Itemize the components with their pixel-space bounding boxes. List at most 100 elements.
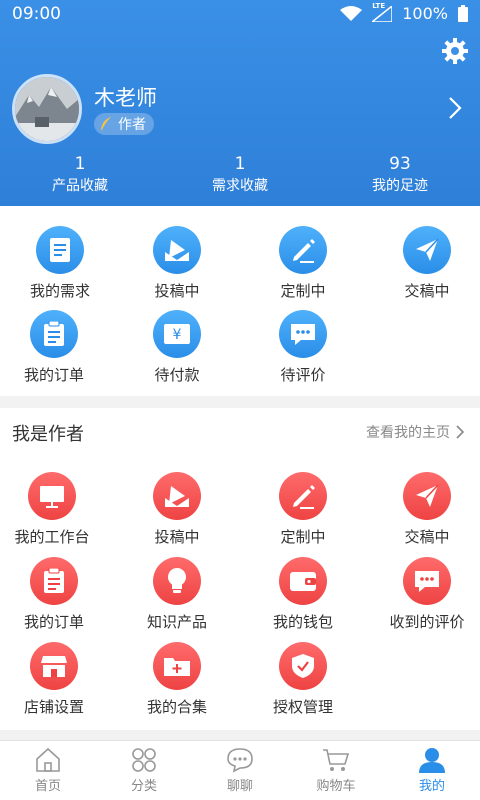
menu-label: 待评价 xyxy=(280,366,326,384)
menu-my-orders[interactable]: 我的订单 xyxy=(0,310,114,385)
menu-author-orders[interactable]: 我的订单 xyxy=(0,557,114,632)
chat-icon xyxy=(227,748,253,773)
username: 木老师 xyxy=(94,86,157,110)
menu-delivering[interactable]: 交稿中 xyxy=(367,226,480,301)
order-icon xyxy=(30,557,78,605)
buyer-menu-section: 我的需求 投稿中 定制中 交稿中 我的订单 ¥ 待付款 待评价 xyxy=(0,206,480,396)
stat-label: 产品收藏 xyxy=(52,178,108,194)
category-icon xyxy=(132,748,156,772)
stat-product-favorites[interactable]: 1 产品收藏 xyxy=(0,154,160,196)
stat-demand-favorites[interactable]: 1 需求收藏 xyxy=(160,154,320,196)
monitor-icon xyxy=(28,472,76,520)
nav-label: 购物车 xyxy=(316,779,356,794)
nav-home[interactable]: 首页 xyxy=(0,741,96,800)
chevron-right-icon[interactable] xyxy=(448,96,462,120)
stat-label: 需求收藏 xyxy=(212,178,268,194)
settings-gear-icon[interactable] xyxy=(442,38,468,64)
chat-bubble-icon xyxy=(403,557,451,605)
bottom-nav: 首页 分类 聊聊 购物车 我的 xyxy=(0,740,480,800)
pencil-icon xyxy=(279,472,327,520)
menu-customizing[interactable]: 定制中 xyxy=(243,226,363,301)
role-badge: 作者 xyxy=(94,113,154,135)
folder-plus-icon xyxy=(153,642,201,690)
svg-text:¥: ¥ xyxy=(173,327,182,343)
envelope-icon xyxy=(153,226,201,274)
menu-my-demands[interactable]: 我的需求 xyxy=(0,226,120,301)
menu-label: 收到的评价 xyxy=(389,613,465,631)
role-label: 作者 xyxy=(118,117,146,133)
paper-plane-icon xyxy=(403,472,451,520)
pencil-icon xyxy=(279,226,327,274)
avatar[interactable] xyxy=(12,74,82,144)
battery-icon xyxy=(458,5,468,22)
nav-chat[interactable]: 聊聊 xyxy=(192,741,288,800)
menu-label: 投稿中 xyxy=(154,282,200,300)
menu-label: 店铺设置 xyxy=(23,698,84,716)
menu-received-reviews[interactable]: 收到的评价 xyxy=(367,557,480,632)
stat-value: 93 xyxy=(389,154,411,174)
home-icon xyxy=(36,747,60,772)
menu-my-collections[interactable]: 我的合集 xyxy=(117,642,237,717)
menu-pending-payment[interactable]: ¥ 待付款 xyxy=(117,310,237,385)
status-bar: 09:00 LTE 100% xyxy=(0,0,480,28)
envelope-icon xyxy=(153,472,201,520)
stat-value: 1 xyxy=(74,154,86,174)
lightbulb-icon xyxy=(153,557,201,605)
menu-knowledge-products[interactable]: 知识产品 xyxy=(117,557,237,632)
status-indicators: LTE 100% xyxy=(340,2,468,23)
menu-label: 待付款 xyxy=(154,366,200,384)
menu-label: 我的钱包 xyxy=(272,613,333,631)
nav-label: 分类 xyxy=(130,779,157,794)
menu-submitting[interactable]: 投稿中 xyxy=(117,226,237,301)
menu-label: 交稿中 xyxy=(404,282,450,300)
menu-author-delivering[interactable]: 交稿中 xyxy=(367,472,480,547)
menu-label: 我的需求 xyxy=(29,282,90,300)
battery-level: 100% xyxy=(402,4,448,23)
menu-author-customizing[interactable]: 定制中 xyxy=(243,472,363,547)
section-title: 我是作者 xyxy=(12,424,84,445)
chat-bubble-icon xyxy=(279,310,327,358)
view-homepage-link[interactable]: 查看我的主页 xyxy=(366,422,464,442)
nav-cart[interactable]: 购物车 xyxy=(288,741,384,800)
menu-label: 知识产品 xyxy=(146,613,207,631)
menu-store-settings[interactable]: 店铺设置 xyxy=(0,642,114,717)
chevron-right-icon xyxy=(456,425,464,439)
menu-label: 投稿中 xyxy=(154,528,200,546)
nav-label: 我的 xyxy=(418,779,445,794)
author-menu-section: 我是作者 查看我的主页 我的工作台 投稿中 定制中 交稿中 我的订单 知识产品 … xyxy=(0,408,480,730)
nav-label: 首页 xyxy=(34,779,61,794)
paper-plane-icon xyxy=(403,226,451,274)
yen-icon: ¥ xyxy=(153,310,201,358)
menu-label: 定制中 xyxy=(280,282,326,300)
menu-label: 授权管理 xyxy=(272,698,333,716)
menu-authorization-management[interactable]: 授权管理 xyxy=(243,642,363,717)
feather-icon xyxy=(101,117,111,130)
menu-author-submitting[interactable]: 投稿中 xyxy=(117,472,237,547)
document-icon xyxy=(36,226,84,274)
user-icon xyxy=(419,748,445,773)
menu-label: 我的工作台 xyxy=(14,528,90,546)
status-time: 09:00 xyxy=(12,4,61,24)
menu-workbench[interactable]: 我的工作台 xyxy=(0,472,112,547)
cart-icon xyxy=(323,749,350,771)
menu-label: 交稿中 xyxy=(404,528,450,546)
menu-label: 我的订单 xyxy=(23,366,84,384)
shield-check-icon xyxy=(279,642,327,690)
nav-mine[interactable]: 我的 xyxy=(384,741,480,800)
stat-label: 我的足迹 xyxy=(372,178,428,194)
menu-label: 定制中 xyxy=(280,528,326,546)
cellular-icon: LTE xyxy=(372,2,393,22)
network-type: LTE xyxy=(372,1,386,10)
menu-pending-review[interactable]: 待评价 xyxy=(243,310,363,385)
stat-value: 1 xyxy=(234,154,246,174)
store-icon xyxy=(30,642,78,690)
nav-category[interactable]: 分类 xyxy=(96,741,192,800)
menu-label: 我的订单 xyxy=(23,613,84,631)
stat-footprints[interactable]: 93 我的足迹 xyxy=(320,154,480,196)
link-label: 查看我的主页 xyxy=(366,425,450,441)
order-icon xyxy=(30,310,78,358)
stats-row: 1 产品收藏 1 需求收藏 93 我的足迹 xyxy=(0,154,480,196)
wifi-icon xyxy=(340,5,363,21)
menu-my-wallet[interactable]: 我的钱包 xyxy=(243,557,363,632)
menu-label: 我的合集 xyxy=(146,698,207,716)
